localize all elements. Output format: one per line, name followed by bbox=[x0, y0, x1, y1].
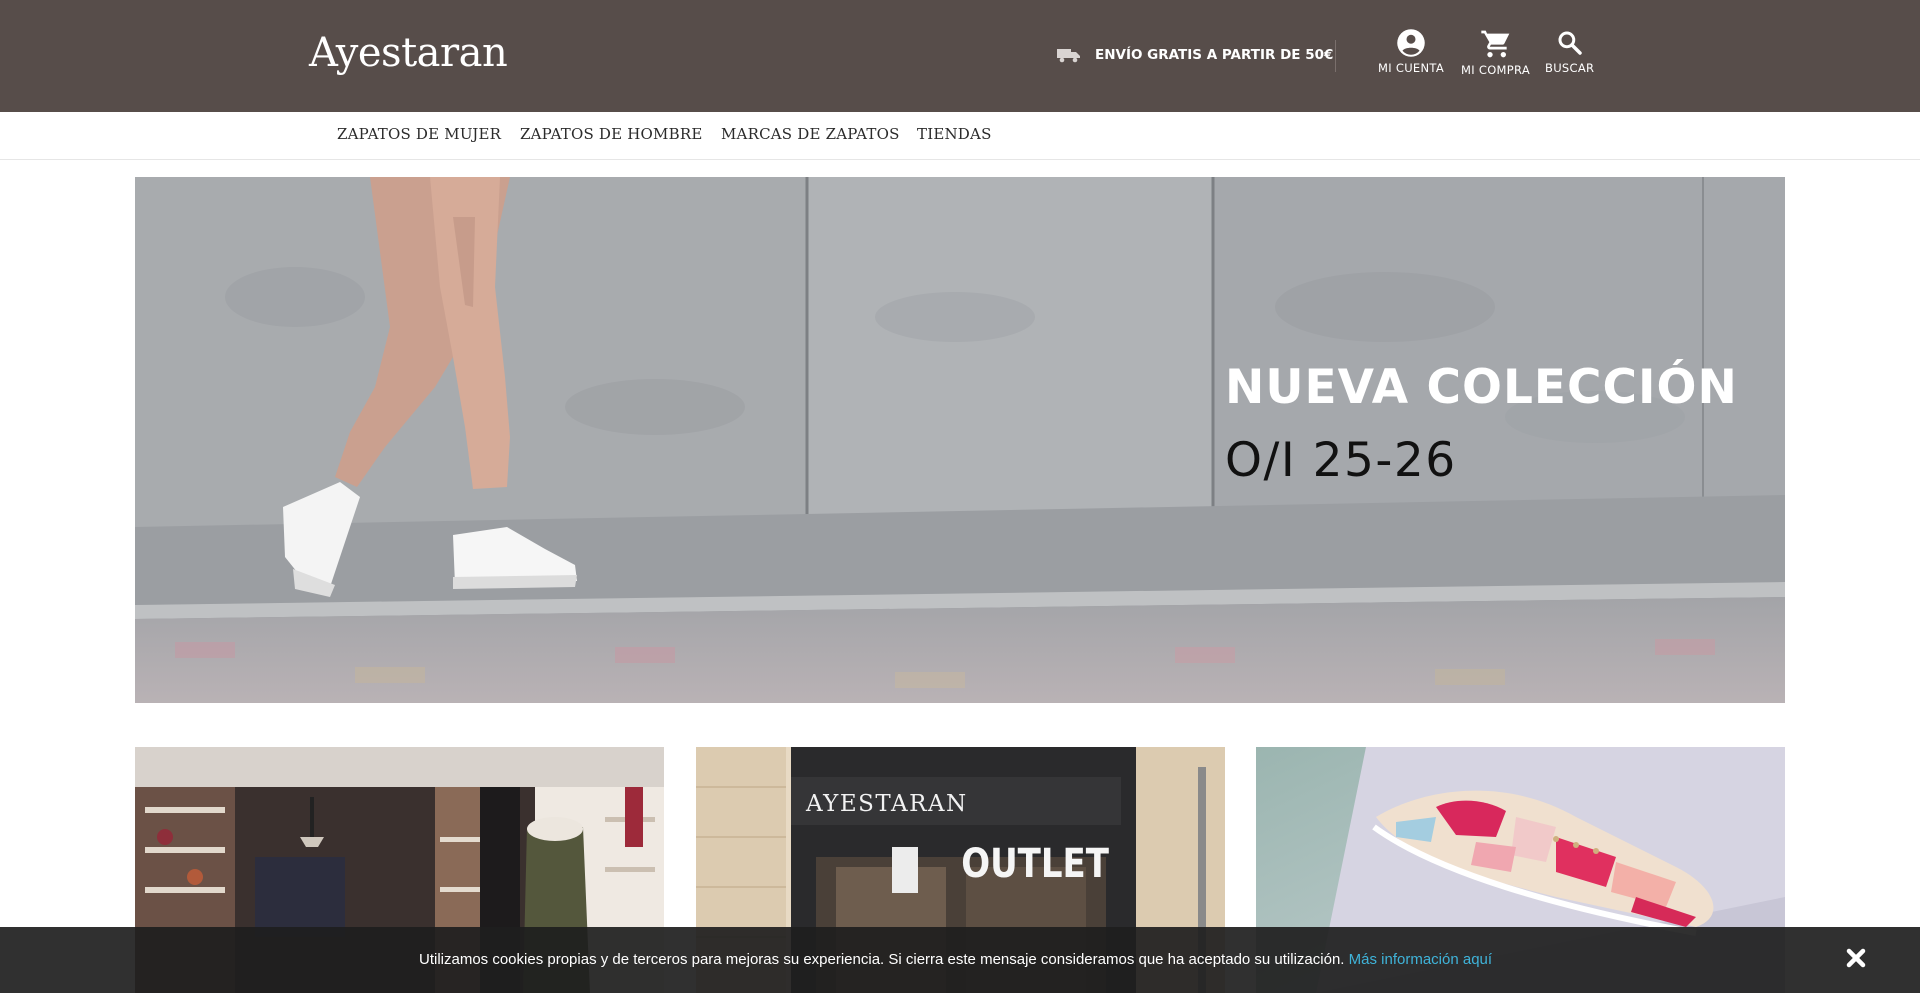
top-header: Ayestaran ENVÍO GRATIS A PARTIR DE 50€ M… bbox=[0, 0, 1920, 112]
account-label: MI CUENTA bbox=[1378, 61, 1444, 75]
nav-item-women-shoes[interactable]: ZAPATOS DE MUJER bbox=[337, 125, 501, 143]
truck-icon bbox=[1057, 49, 1080, 63]
cookie-banner: Utilizamos cookies propias y de terceros… bbox=[0, 927, 1920, 993]
outlet-sign-text: OUTLET bbox=[961, 840, 1109, 886]
account-button[interactable]: MI CUENTA bbox=[1378, 28, 1444, 75]
cart-icon bbox=[1480, 30, 1509, 58]
cookie-message-container: Utilizamos cookies propias y de terceros… bbox=[419, 951, 1492, 968]
cookie-message: Utilizamos cookies propias y de terceros… bbox=[419, 951, 1345, 968]
main-nav: ZAPATOS DE MUJER ZAPATOS DE HOMBRE MARCA… bbox=[0, 112, 1920, 160]
nav-item-men-shoes[interactable]: ZAPATOS DE HOMBRE bbox=[520, 125, 702, 143]
free-shipping-notice: ENVÍO GRATIS A PARTIR DE 50€ bbox=[1057, 47, 1333, 63]
cookie-close-button[interactable] bbox=[1845, 947, 1867, 974]
search-button[interactable]: BUSCAR bbox=[1545, 28, 1594, 75]
hero-subtitle: O/I 25-26 bbox=[1225, 433, 1457, 488]
cart-label: MI COMPRA bbox=[1461, 63, 1530, 77]
search-icon bbox=[1558, 31, 1582, 55]
cookie-more-info-link[interactable]: Más información aquí bbox=[1349, 951, 1492, 968]
nav-item-stores[interactable]: TIENDAS bbox=[917, 125, 992, 143]
cart-button[interactable]: MI COMPRA bbox=[1461, 28, 1530, 77]
account-icon bbox=[1397, 29, 1425, 57]
outlet-sign-brand: AYESTARAN bbox=[805, 791, 968, 817]
hero-title: NUEVA COLECCIÓN bbox=[1225, 360, 1738, 415]
header-divider bbox=[1335, 40, 1336, 72]
search-label: BUSCAR bbox=[1545, 61, 1595, 75]
logo[interactable]: Ayestaran bbox=[309, 30, 508, 76]
nav-item-brands[interactable]: MARCAS DE ZAPATOS bbox=[721, 125, 900, 143]
close-icon bbox=[1846, 948, 1866, 968]
hero-image bbox=[135, 177, 1785, 703]
hero-banner[interactable]: NUEVA COLECCIÓN O/I 25-26 bbox=[135, 177, 1785, 703]
free-shipping-text: ENVÍO GRATIS A PARTIR DE 50€ bbox=[1095, 47, 1334, 63]
